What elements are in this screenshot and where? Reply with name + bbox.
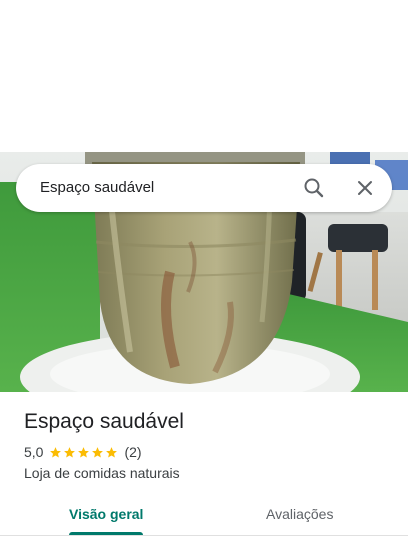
tabs-divider (0, 535, 408, 536)
search-input[interactable]: Espaço saudável (40, 178, 154, 198)
search-bar[interactable]: Espaço saudável (16, 164, 392, 212)
star-icon (106, 446, 118, 457)
close-icon[interactable] (353, 176, 377, 200)
rating-stars (49, 446, 119, 459)
star-icon (78, 446, 90, 457)
tab-overview[interactable]: Visão geral (69, 505, 143, 523)
star-icon (92, 446, 104, 457)
rating-row[interactable]: 5,0 (2) (24, 443, 142, 461)
star-icon (50, 446, 62, 457)
star-icon (64, 446, 76, 457)
review-count[interactable]: (2) (124, 444, 141, 460)
tab-reviews[interactable]: Avaliações (266, 505, 333, 523)
rating-value: 5,0 (24, 444, 44, 460)
search-icon[interactable] (302, 176, 326, 200)
place-card-page: Espaço saudável Espaço saudável 5,0 (2) … (0, 0, 408, 544)
place-title: Espaço saudável (24, 410, 184, 433)
place-category: Loja de comidas naturais (24, 465, 180, 481)
